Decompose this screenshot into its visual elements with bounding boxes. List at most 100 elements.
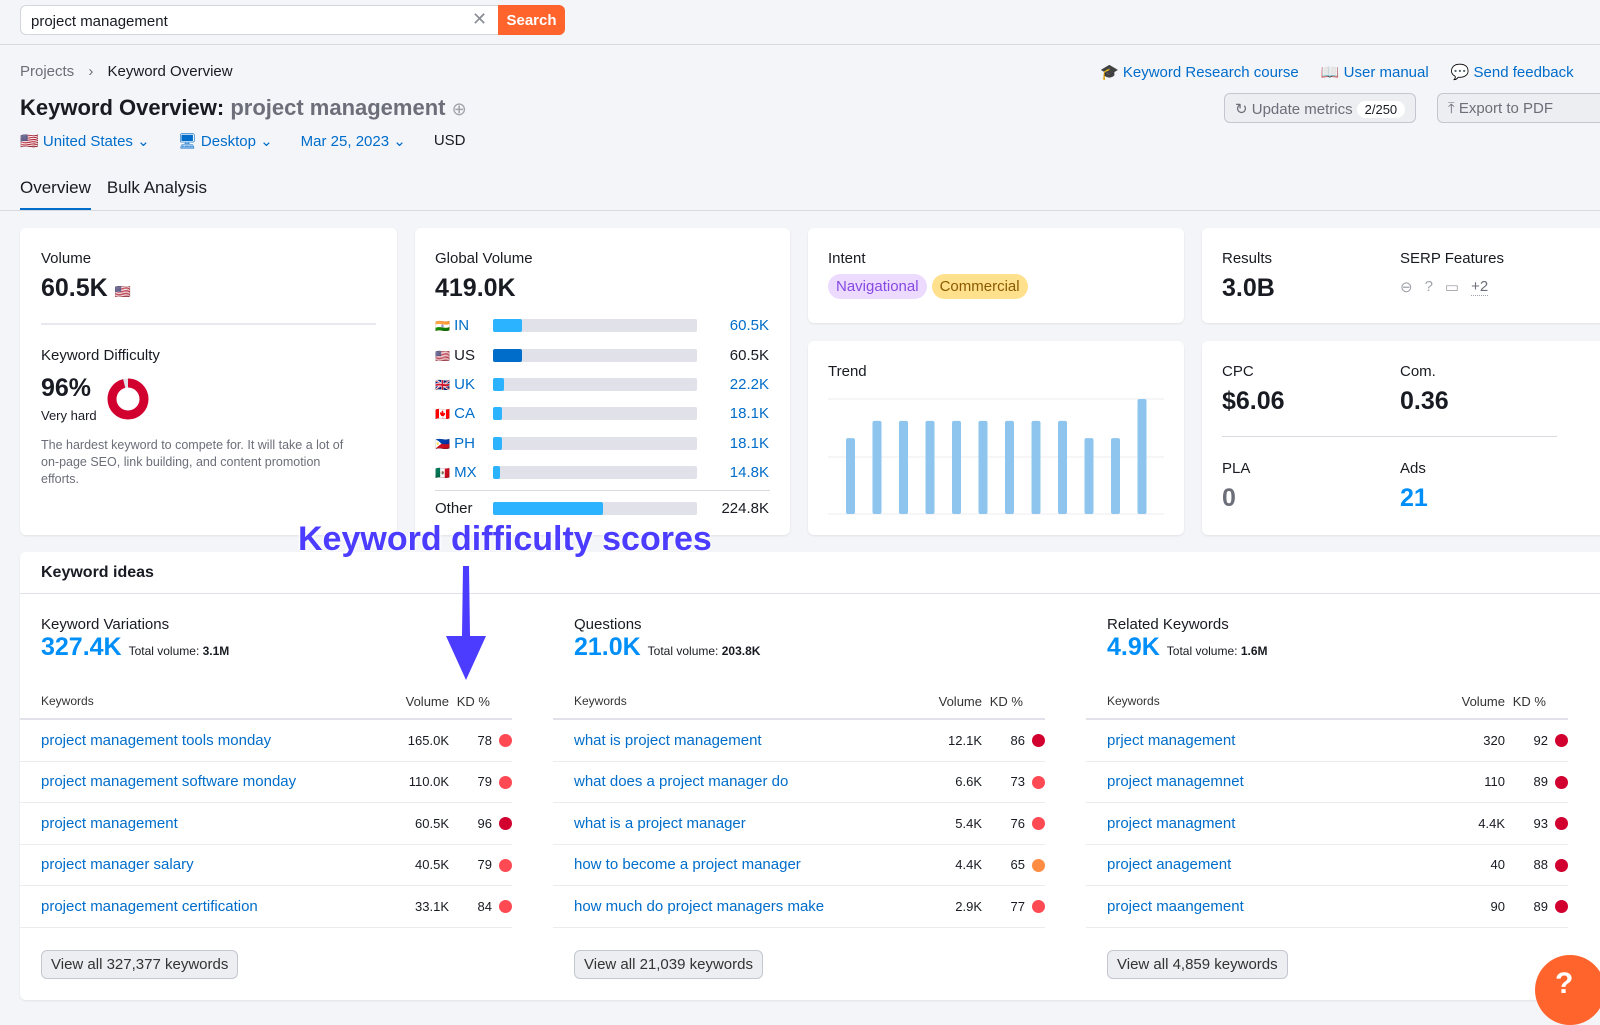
group-count[interactable]: 21.0K [574, 633, 641, 661]
keyword-kd: 79 [449, 774, 512, 789]
update-metrics-button[interactable]: ↻ Update metrics 2/250 [1224, 93, 1417, 123]
view-all-button[interactable]: View all 4,859 keywords [1107, 949, 1288, 979]
group-count[interactable]: 327.4K [41, 633, 122, 661]
date-select[interactable]: Mar 25, 2023 ⌄ [301, 132, 406, 150]
add-icon[interactable]: ⊕ [452, 99, 467, 119]
country-select[interactable]: 🇺🇸 United States ⌄ [20, 132, 150, 150]
total-volume-label: Total volume: [1166, 644, 1238, 658]
export-pdf-button[interactable]: ⤒ Export to PDF [1437, 93, 1600, 123]
feedback-link[interactable]: 💬 Send feedback [1451, 63, 1574, 81]
country-row-ph: 🇵🇭 PH 18.1K [435, 429, 769, 458]
keyword-volume: 320 [1483, 732, 1505, 748]
keyword-link[interactable]: project managemnet [1086, 773, 1425, 790]
keyword-link[interactable]: project maangement [1086, 898, 1425, 915]
country-volume[interactable]: 14.8K [697, 464, 769, 481]
trend-bar[interactable] [978, 420, 988, 514]
flag-icon: 🇬🇧 [435, 377, 450, 392]
keyword-link[interactable]: project managment [1086, 815, 1425, 832]
clear-icon[interactable]: ✕ [472, 9, 487, 30]
keyword-volume: 40 [1490, 857, 1505, 873]
keyword-kd: 89 [1505, 774, 1568, 789]
help-button[interactable]: ? [1535, 955, 1600, 1025]
keyword-link[interactable]: what is a project manager [553, 815, 902, 832]
trend-bar[interactable] [1058, 420, 1067, 514]
keyword-volume: 33.1K [415, 898, 449, 914]
tab-bulk-analysis[interactable]: Bulk Analysis [107, 178, 207, 211]
keyword-link[interactable]: how much do project managers make [553, 898, 902, 915]
trend-label: Trend [828, 363, 867, 380]
tabs: Overview Bulk Analysis [20, 178, 207, 211]
view-all-button[interactable]: View all 327,377 keywords [41, 949, 239, 979]
results-card: Results 3.0B SERP Features ⊖? ▭ +2 [1202, 228, 1600, 323]
trend-bar[interactable] [1084, 438, 1094, 514]
view-all-button[interactable]: View all 21,039 keywords [574, 949, 763, 979]
keyword-link[interactable]: project anagement [1086, 856, 1425, 873]
trend-bar[interactable] [1111, 438, 1120, 514]
keyword-link[interactable]: project management certification [20, 898, 369, 915]
kd-dot-icon [499, 900, 512, 914]
volume-label: Volume [41, 250, 92, 267]
search-button[interactable]: Search [498, 5, 565, 35]
keyword-kd: 93 [1505, 816, 1568, 831]
tab-overview[interactable]: Overview [20, 178, 91, 211]
keyword-volume: 6.6K [955, 774, 982, 790]
keyword-link[interactable]: project management software monday [20, 773, 369, 790]
breadcrumb: Projects › Keyword Overview [20, 63, 233, 80]
cpc-label: CPC [1222, 363, 1254, 380]
ads-value[interactable]: 21 [1400, 484, 1428, 513]
keyword-link[interactable]: what does a project manager do [553, 773, 902, 790]
table-row: what is a project manager 5.4K 76 [553, 803, 1045, 845]
country-code[interactable]: 🇬🇧 UK [435, 376, 493, 393]
breadcrumb-projects[interactable]: Projects [20, 63, 74, 80]
country-code[interactable]: 🇨🇦 CA [435, 405, 493, 422]
trend-bar[interactable] [1031, 420, 1041, 514]
faq-icon: ▭ [1444, 279, 1460, 296]
trend-bar[interactable] [899, 420, 908, 514]
intent-badge-commercial: Commercial [931, 274, 1028, 299]
keyword-kd: 84 [449, 899, 512, 914]
keyword-link[interactable]: project management tools monday [20, 732, 369, 749]
kd-dot-icon [499, 858, 512, 872]
keyword-link[interactable]: project management [20, 815, 369, 832]
trend-bar[interactable] [872, 420, 882, 514]
trend-bar[interactable] [952, 420, 961, 514]
divider [0, 210, 1600, 211]
country-volume[interactable]: 18.1K [697, 405, 769, 422]
trend-bar[interactable] [1137, 399, 1147, 514]
country-row-uk: 🇬🇧 UK 22.2K [435, 370, 769, 399]
kd-dot-icon [1032, 900, 1045, 914]
group-count[interactable]: 4.9K [1107, 633, 1160, 661]
serp-more[interactable]: +2 [1471, 278, 1489, 296]
keyword-link[interactable]: project manager salary [20, 856, 369, 873]
group-title: Questions [574, 616, 642, 633]
volume-bar [493, 436, 697, 450]
country-code[interactable]: 🇲🇽 MX [435, 464, 493, 481]
pla-label: PLA [1222, 460, 1251, 477]
keyword-link[interactable]: what is project management [553, 732, 902, 749]
keyword-kd: 65 [982, 857, 1045, 872]
country-volume[interactable]: 22.2K [697, 376, 769, 393]
table-row: project management 60.5K 96 [20, 803, 512, 845]
country-code[interactable]: 🇵🇭 PH [435, 435, 493, 452]
course-link[interactable]: 🎓 Keyword Research course [1100, 63, 1299, 81]
search-input[interactable]: project management [20, 5, 500, 35]
flag-icon: 🇨🇦 [435, 407, 450, 422]
trend-bar[interactable] [1005, 420, 1014, 514]
manual-link[interactable]: 📖 User manual [1321, 63, 1429, 81]
filters: 🇺🇸 United States ⌄ 🖥 Desktop ⌄ Mar 25, 2… [20, 132, 465, 150]
group-title: Related Keywords [1107, 616, 1229, 633]
table-row: project management certification 33.1K 84 [20, 886, 512, 928]
country-volume[interactable]: 60.5K [697, 317, 769, 334]
device-select[interactable]: 🖥 Desktop ⌄ [178, 132, 273, 150]
kd-dot-icon [1555, 775, 1568, 789]
country-volume[interactable]: 18.1K [697, 435, 769, 452]
trend-bar[interactable] [846, 438, 855, 514]
table-row: what is project management 12.1K 86 [553, 720, 1045, 762]
keyword-link[interactable]: how to become a project manager [553, 856, 902, 873]
country-code[interactable]: 🇮🇳 IN [435, 317, 493, 334]
keyword-volume: 12.1K [948, 732, 982, 748]
keyword-link[interactable]: prject management [1086, 732, 1425, 749]
us-flag-icon: 🇺🇸 [20, 133, 39, 150]
refresh-icon: ↻ [1235, 101, 1248, 118]
trend-bar[interactable] [925, 420, 935, 514]
